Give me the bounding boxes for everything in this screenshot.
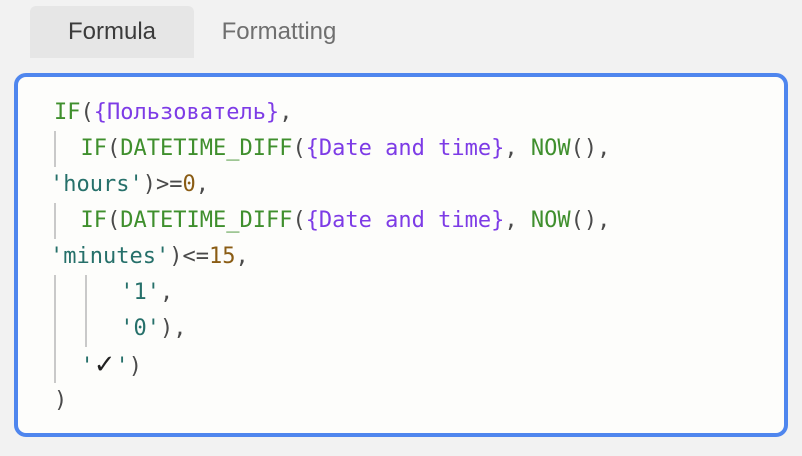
code-line-3: 'hours')>=0, xyxy=(50,167,774,203)
indent-guide xyxy=(54,131,56,167)
operator: <= xyxy=(182,244,209,269)
indent-guide xyxy=(85,275,87,311)
code-line-9: ) xyxy=(54,383,774,419)
paren-open: ( xyxy=(107,136,121,161)
string-literal: 'hours' xyxy=(50,172,143,197)
field-token: {Date and time} xyxy=(305,136,505,161)
parens: () xyxy=(570,136,598,161)
paren-close: ) xyxy=(54,388,68,413)
indent-guide xyxy=(54,347,56,383)
paren-close: ) xyxy=(142,172,156,197)
field-token: {Date and time} xyxy=(305,208,505,233)
code-line-2: IF(DATETIME_DIFF({Date and time}, NOW(), xyxy=(54,131,774,167)
indent-guide xyxy=(54,275,56,311)
comma: , xyxy=(279,100,293,125)
paren-open: ( xyxy=(292,136,306,161)
indent-guide xyxy=(54,203,56,239)
function-now: NOW xyxy=(530,136,571,161)
comma: , xyxy=(597,208,611,233)
indent-guide xyxy=(85,311,87,347)
comma: , xyxy=(195,172,209,197)
paren-open: ( xyxy=(107,208,121,233)
paren-close: ) xyxy=(159,316,174,341)
string-literal: 'minutes' xyxy=(50,244,170,269)
formula-code: IF({Пользователь}, IF(DATETIME_DIFF({Dat… xyxy=(50,95,774,419)
tab-formatting[interactable]: Formatting xyxy=(194,6,364,58)
number-literal: 0 xyxy=(182,172,196,197)
paren-open: ( xyxy=(80,100,94,125)
code-line-8: '✓') xyxy=(54,347,774,383)
comma: , xyxy=(235,244,249,269)
function-if: IF xyxy=(54,100,81,125)
string-literal: '1' xyxy=(120,280,160,305)
field-token: {Пользователь} xyxy=(93,100,280,125)
operator: >= xyxy=(155,172,183,197)
code-line-4: IF(DATETIME_DIFF({Date and time}, NOW(), xyxy=(54,203,774,239)
function-datetime-diff: DATETIME_DIFF xyxy=(120,208,293,233)
parens: () xyxy=(570,208,598,233)
code-line-5: 'minutes')<=15, xyxy=(50,239,774,275)
indent-guide xyxy=(54,311,56,347)
code-line-1: IF({Пользователь}, xyxy=(54,95,774,131)
comma: , xyxy=(597,136,611,161)
quote: ' xyxy=(115,354,129,379)
function-if: IF xyxy=(80,208,108,233)
string-literal: '0' xyxy=(120,316,160,341)
comma: , xyxy=(159,280,174,305)
paren-open: ( xyxy=(292,208,306,233)
separator: , xyxy=(504,208,531,233)
function-now: NOW xyxy=(530,208,571,233)
function-datetime-diff: DATETIME_DIFF xyxy=(120,136,293,161)
paren-close: ) xyxy=(169,244,183,269)
tab-bar: Formula Formatting xyxy=(30,6,364,58)
code-line-6: '1', xyxy=(54,275,774,311)
check-mark-icon: ✓ xyxy=(93,350,116,380)
comma: , xyxy=(173,316,187,341)
separator: , xyxy=(504,136,531,161)
number-literal: 15 xyxy=(208,244,236,269)
paren-close: ) xyxy=(128,354,143,379)
tab-formula[interactable]: Formula xyxy=(30,6,194,58)
code-line-7: '0'), xyxy=(54,311,774,347)
quote: ' xyxy=(80,354,94,379)
formula-editor[interactable]: IF({Пользователь}, IF(DATETIME_DIFF({Dat… xyxy=(14,73,788,437)
function-if: IF xyxy=(80,136,108,161)
